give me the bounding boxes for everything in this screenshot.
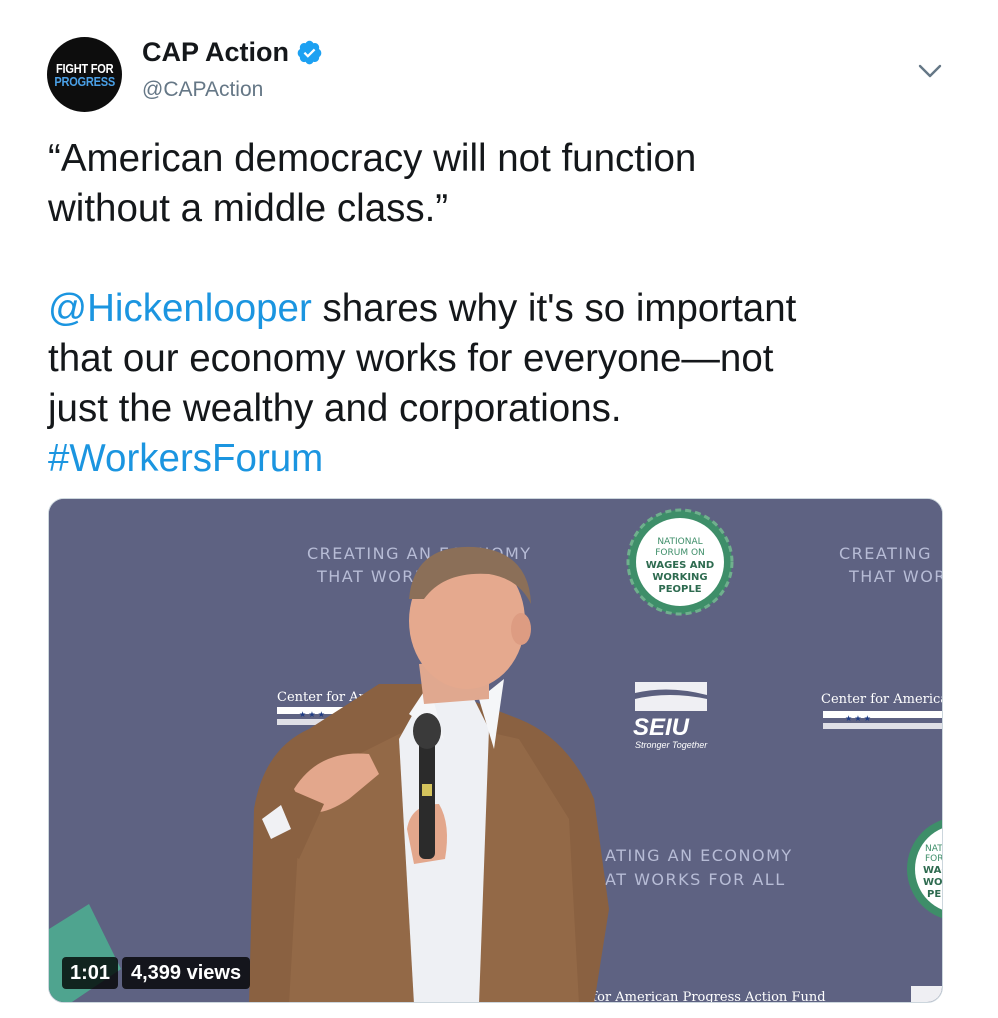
handle[interactable]: @CAPAction xyxy=(142,77,263,103)
footer-text: ter for American Progress Action Fund xyxy=(569,990,826,1003)
display-name[interactable]: CAP Action xyxy=(142,36,289,68)
seiu-tagline: Stronger Together xyxy=(635,740,708,750)
seal-line: WORKING xyxy=(652,572,707,583)
slogan-top-right-2: THAT WOR xyxy=(848,567,943,586)
star-icon: ★ ★ ★ xyxy=(845,714,871,723)
seal-partial-line: WO xyxy=(923,877,943,888)
seal-line: NATIONAL xyxy=(657,537,702,547)
seal-line: WAGES AND xyxy=(646,560,714,571)
tweet-text: “American democracy will not function wi… xyxy=(48,134,948,484)
slogan-bottom-2: AT WORKS FOR ALL xyxy=(605,870,786,889)
verified-badge-icon xyxy=(297,40,322,64)
seal-line: PEOPLE xyxy=(658,584,701,595)
slogan-top-right-1: CREATING xyxy=(839,544,932,563)
seiu-text: SEIU xyxy=(633,714,690,741)
slogan-bottom-1: ATING AN ECONOMY xyxy=(605,846,793,865)
tweet-quote: “American democracy will not function wi… xyxy=(48,137,697,230)
cap-logo-right-text: Center for America xyxy=(821,692,943,707)
seal-line: FORUM ON xyxy=(655,548,705,558)
seal-partial-line: PE xyxy=(927,889,941,900)
seal-partial-line: NAT xyxy=(925,844,943,854)
video-frame: CREATING AN ECONOMY THAT WORKS CREATING … xyxy=(49,499,943,1003)
decorative-shape xyxy=(911,986,942,1002)
hashtag-link[interactable]: #WorkersForum xyxy=(48,437,323,480)
video-views: 4,399 views xyxy=(122,957,251,989)
seal-partial-line: FOR xyxy=(925,854,943,864)
forum-seal-icon: NATIONAL FORUM ON WAGES AND WORKING PEOP… xyxy=(626,508,734,616)
chevron-down-icon[interactable] xyxy=(917,62,943,80)
mention-link[interactable]: @Hickenlooper xyxy=(48,287,312,330)
video-player[interactable]: CREATING AN ECONOMY THAT WORKS CREATING … xyxy=(48,498,943,1003)
avatar[interactable]: FIGHT FOR PROGRESS xyxy=(47,37,122,112)
tweet-card: FIGHT FOR PROGRESS CAP Action @CAPAction… xyxy=(0,0,998,1018)
avatar-text-line2: PROGRESS xyxy=(54,73,115,89)
author-name-row: CAP Action xyxy=(142,36,323,68)
seal-partial-line: WAG xyxy=(923,865,943,876)
video-duration: 1:01 xyxy=(62,957,119,989)
star-icon: ★ ★ ★ xyxy=(299,710,325,719)
tweet-body: @Hickenlooper shares why it's so importa… xyxy=(48,284,948,484)
